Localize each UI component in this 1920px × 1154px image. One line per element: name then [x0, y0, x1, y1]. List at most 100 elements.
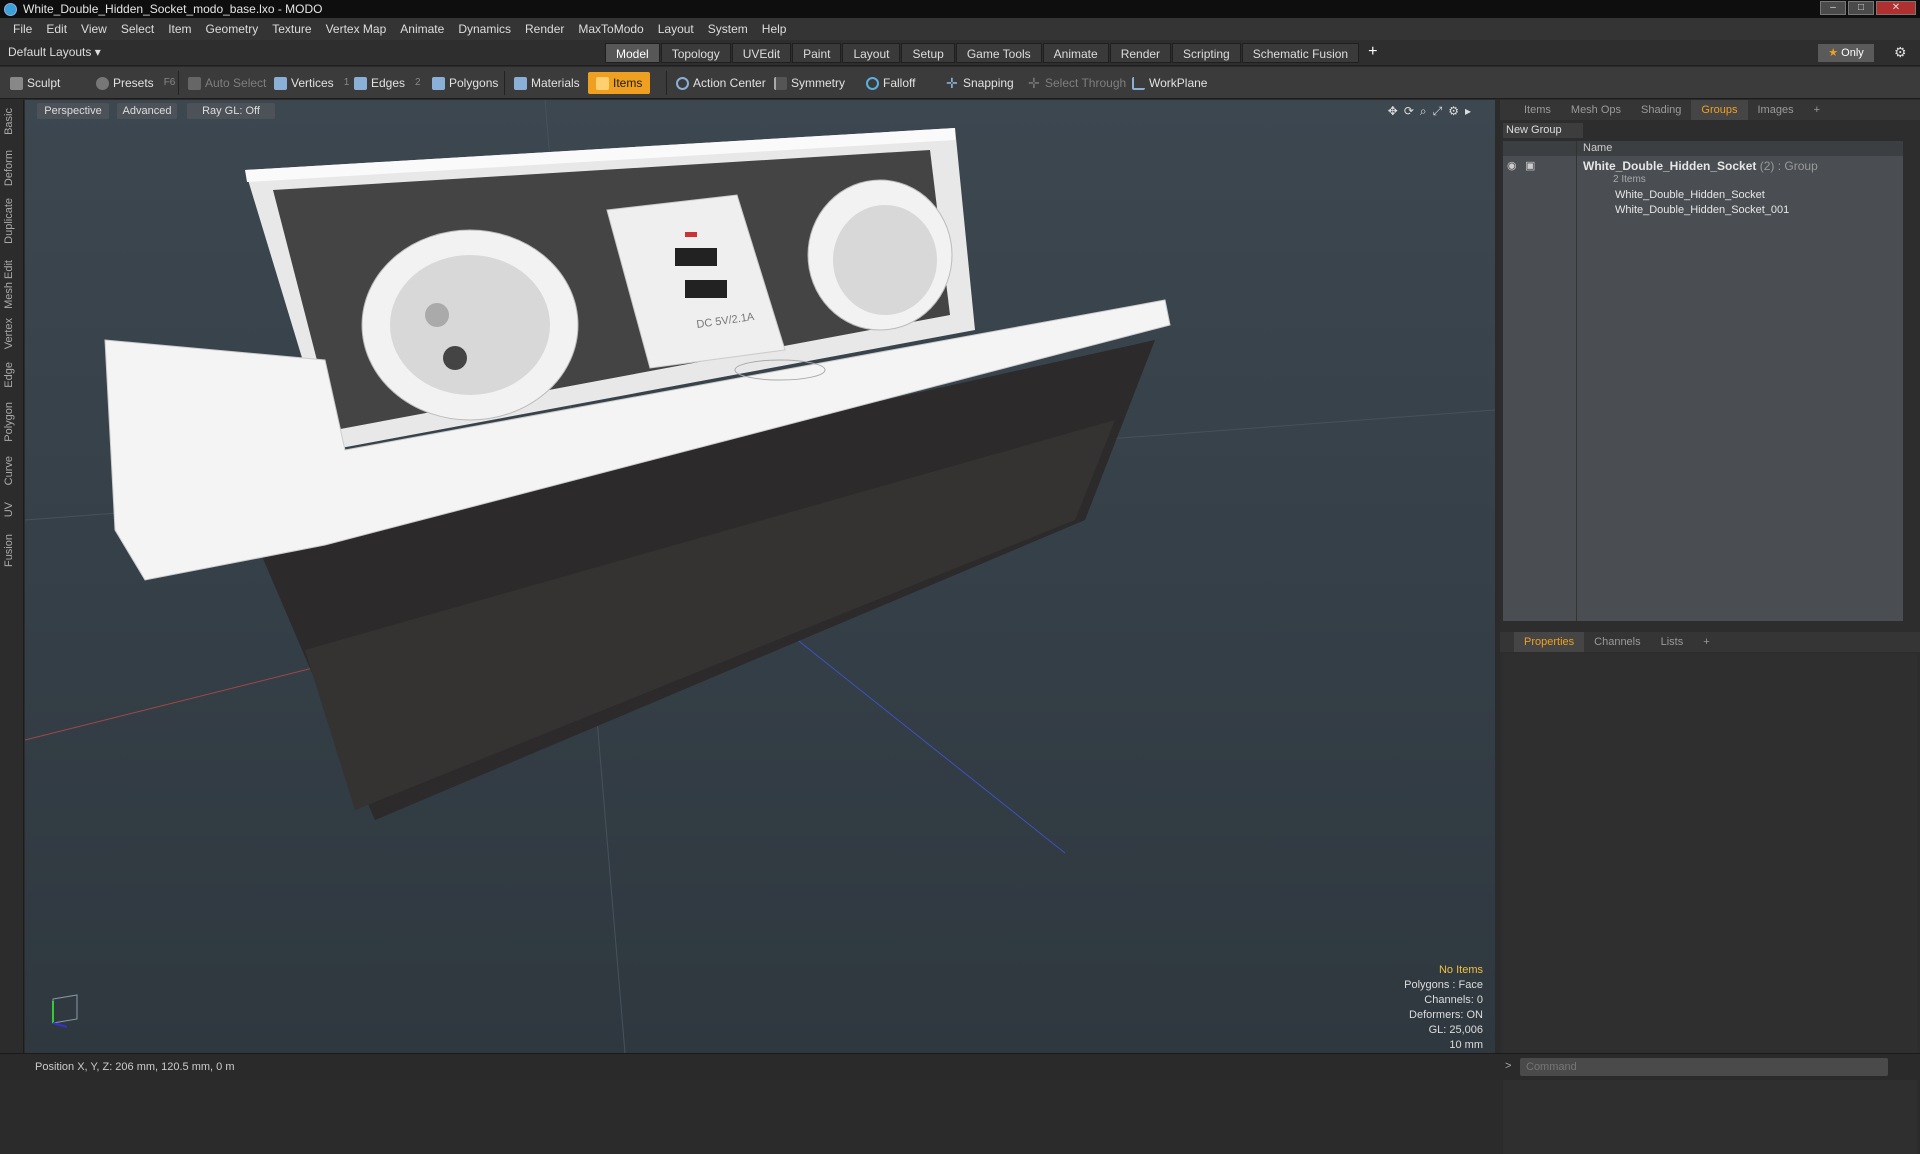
left-socket-hole — [443, 346, 467, 370]
falloff-button[interactable]: Falloff — [862, 72, 915, 94]
menu-render[interactable]: Render — [518, 22, 571, 36]
tab-schematic-fusion[interactable]: Schematic Fusion — [1241, 43, 1360, 63]
vtab-edge[interactable]: Edge — [3, 362, 15, 388]
only-button[interactable]: ★ Only — [1818, 44, 1874, 62]
layout-bar: Default Layouts ▾ Model Topology UVEdit … — [0, 40, 1920, 66]
close-icon[interactable]: ✕ — [1876, 1, 1916, 15]
symmetry-button[interactable]: Symmetry — [770, 72, 845, 94]
menu-system[interactable]: System — [701, 22, 755, 36]
tab-setup[interactable]: Setup — [901, 43, 955, 63]
brush-icon — [10, 76, 23, 90]
command-prompt-icon: > — [1505, 1060, 1512, 1072]
menu-vertex-map[interactable]: Vertex Map — [319, 22, 394, 36]
eye-icon[interactable]: ◉ — [1507, 159, 1517, 172]
menu-texture[interactable]: Texture — [265, 22, 318, 36]
viewport-nav-icons[interactable]: ✥⟳⌕⤢⚙▸ — [1388, 104, 1477, 119]
tab-properties[interactable]: Properties — [1514, 632, 1585, 652]
left-socket-inner — [390, 255, 550, 395]
presets-button[interactable]: Presets F6 — [92, 72, 175, 94]
items-label: Items — [613, 76, 643, 90]
tab-topology[interactable]: Topology — [660, 43, 731, 63]
viewport-info: No Items Polygons : Face Channels: 0 Def… — [1404, 963, 1483, 1053]
tab-lists[interactable]: Lists — [1651, 632, 1694, 652]
tab-layout[interactable]: Layout — [842, 43, 901, 63]
workplane-button[interactable]: WorkPlane — [1128, 72, 1207, 94]
action-center-button[interactable]: Action Center — [672, 72, 766, 94]
group-item-row[interactable]: White_Double_Hidden_Socket — [1615, 189, 1765, 201]
vtab-uv[interactable]: UV — [3, 502, 15, 517]
scene-render: DC 5V/2.1A — [25, 100, 1495, 1053]
tab-paint[interactable]: Paint — [792, 43, 842, 63]
menu-maxtomodo[interactable]: MaxToModo — [571, 22, 650, 36]
group-item-row[interactable]: White_Double_Hidden_Socket_001 — [1615, 204, 1789, 216]
presets-shortcut: F6 — [163, 77, 176, 88]
main-toolbar: Sculpt Presets F6 Auto Select Vertices 1 E… — [0, 67, 1920, 99]
minimize-icon[interactable]: – — [1820, 1, 1846, 15]
tab-mesh-ops[interactable]: Mesh Ops — [1561, 100, 1631, 120]
tab-game-tools[interactable]: Game Tools — [955, 43, 1042, 63]
edges-label: Edges — [371, 76, 406, 90]
menu-dynamics[interactable]: Dynamics — [451, 22, 518, 36]
materials-button[interactable]: Materials — [510, 72, 580, 94]
tab-animate[interactable]: Animate — [1042, 43, 1109, 63]
menu-layout[interactable]: Layout — [651, 22, 701, 36]
vtab-polygon[interactable]: Polygon — [3, 402, 15, 442]
auto-select-button[interactable]: Auto Select — [184, 72, 266, 94]
polygons-button[interactable]: Polygons — [428, 72, 498, 94]
select-through-button[interactable]: ✛ Select Through — [1024, 72, 1126, 94]
tab-scripting[interactable]: Scripting — [1172, 43, 1241, 63]
lock-icon[interactable]: ▣ — [1525, 159, 1535, 172]
vtab-deform[interactable]: Deform — [3, 150, 15, 186]
tab-groups[interactable]: Groups — [1691, 100, 1748, 120]
tab-items[interactable]: Items — [1514, 100, 1561, 120]
falloff-icon — [866, 76, 879, 90]
snapping-button[interactable]: ✛ Snapping — [942, 72, 1014, 94]
menu-help[interactable]: Help — [755, 22, 794, 36]
tab-channels[interactable]: Channels — [1584, 632, 1650, 652]
add-tab-icon[interactable]: + — [1804, 100, 1830, 120]
tab-model[interactable]: Model — [605, 43, 660, 63]
tab-render[interactable]: Render — [1109, 43, 1172, 63]
vtab-curve[interactable]: Curve — [3, 456, 15, 485]
group-row[interactable]: White_Double_Hidden_Socket (2) : Group — [1583, 159, 1818, 173]
right-panel: Items Mesh Ops Shading Groups Images + N… — [1500, 100, 1920, 1154]
gear-icon[interactable]: ⚙ — [1894, 44, 1907, 61]
layout-tabs: Model Topology UVEdit Paint Layout Setup… — [605, 43, 1377, 63]
vtab-duplicate[interactable]: Duplicate — [3, 198, 15, 244]
tab-uvedit[interactable]: UVEdit — [731, 43, 792, 63]
raygl-button[interactable]: Ray GL: Off — [187, 103, 275, 119]
new-group-button[interactable]: New Group — [1503, 123, 1583, 138]
menu-view[interactable]: View — [74, 22, 114, 36]
sculpt-button[interactable]: Sculpt — [6, 72, 60, 94]
vertices-button[interactable]: Vertices 1 — [270, 72, 349, 94]
add-tab-icon[interactable]: + — [1368, 43, 1377, 63]
edges-button[interactable]: Edges 2 — [350, 72, 421, 94]
edges-icon — [354, 76, 367, 90]
tab-shading[interactable]: Shading — [1631, 100, 1691, 120]
menu-select[interactable]: Select — [114, 22, 161, 36]
items-button[interactable]: Items — [588, 72, 651, 94]
vtab-fusion[interactable]: Fusion — [3, 534, 15, 567]
symmetry-icon — [774, 76, 787, 90]
advanced-button[interactable]: Advanced — [117, 103, 177, 119]
menu-file[interactable]: File — [6, 22, 39, 36]
perspective-button[interactable]: Perspective — [37, 103, 109, 119]
tab-images[interactable]: Images — [1748, 100, 1804, 120]
menu-item[interactable]: Item — [161, 22, 198, 36]
maximize-icon[interactable]: □ — [1848, 1, 1874, 15]
add-tab-icon[interactable]: + — [1693, 632, 1719, 652]
vertices-icon — [274, 76, 287, 90]
vtab-basic[interactable]: Basic — [3, 108, 15, 135]
vtab-mesh-edit[interactable]: Mesh Edit — [3, 260, 15, 309]
default-layouts-dropdown[interactable]: Default Layouts ▾ — [8, 45, 101, 59]
3d-viewport[interactable]: DC 5V/2.1A Perspective Advanced Ray GL: … — [25, 100, 1495, 1053]
menu-animate[interactable]: Animate — [393, 22, 451, 36]
vtab-vertex[interactable]: Vertex — [3, 318, 15, 349]
action-center-icon — [676, 76, 689, 90]
menu-edit[interactable]: Edit — [39, 22, 74, 36]
axis-gizmo — [43, 991, 83, 1031]
command-input[interactable] — [1520, 1058, 1888, 1076]
z-axis-line — [784, 629, 1066, 854]
vertices-label: Vertices — [291, 76, 334, 90]
menu-geometry[interactable]: Geometry — [199, 22, 266, 36]
